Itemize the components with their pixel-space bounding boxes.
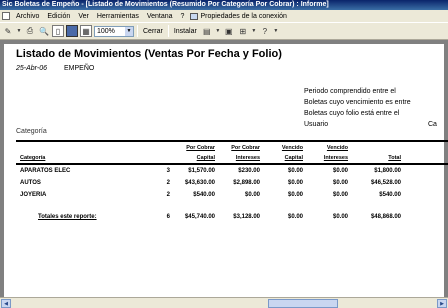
totals-count: 6 [166, 214, 170, 220]
row-count: 2 [166, 180, 170, 186]
menu-archivo[interactable]: Archivo [12, 13, 43, 20]
dropdown-arrow-icon[interactable]: ▼ [16, 25, 22, 37]
dropdown-arrow-icon[interactable]: ▼ [215, 25, 221, 37]
report-truncated-text: Ca [428, 121, 437, 128]
zoom-value: 100% [97, 27, 115, 35]
report-title: Listado de Movimientos (Ventas Por Fecha… [16, 48, 282, 60]
row-total: $1,800.00 [374, 168, 401, 174]
row-category: APARATOS ELEC [20, 168, 71, 174]
dropdown-arrow-icon[interactable]: ▼ [251, 25, 257, 37]
row-int: $230.00 [238, 168, 260, 174]
header-por-cobrar-capital-1: Por Cobrar [186, 145, 215, 151]
toolbar-separator [167, 25, 169, 37]
report-date: 25-Abr-06 [16, 65, 48, 72]
export-icon[interactable]: ▤ [201, 25, 213, 37]
two-pages-icon[interactable] [66, 25, 78, 37]
row-int: $0.00 [244, 192, 260, 198]
row-cap: $1,570.00 [188, 168, 215, 174]
menu-help[interactable]: ? [177, 13, 189, 20]
totals-cap: $45,740.00 [184, 214, 215, 220]
menu-edicion[interactable]: Edición [43, 13, 74, 20]
dropdown-arrow-icon[interactable]: ▼ [273, 25, 279, 37]
connection-properties[interactable]: Propiedades de la conexión [190, 12, 287, 20]
scroll-right-icon[interactable]: ▶ [437, 299, 447, 308]
help-icon[interactable]: ? [259, 25, 271, 37]
header-vencido-intereses-2: Intereses [323, 155, 348, 161]
row-total: $46,528.00 [370, 180, 401, 186]
row-vint: $0.00 [332, 192, 348, 198]
horizontal-scrollbar[interactable]: ◀ ▶ [0, 297, 448, 308]
totals-label: Totales este reporte: [38, 214, 97, 220]
header-por-cobrar-intereses-2: Intereses [235, 155, 260, 161]
header-category: Categoría [20, 155, 46, 161]
row-vcap: $0.00 [287, 180, 303, 186]
totals-vint: $0.00 [332, 214, 348, 220]
row-count: 2 [166, 192, 170, 198]
header-bottom-rule [16, 163, 448, 165]
row-vcap: $0.00 [287, 168, 303, 174]
install-button[interactable]: Instalar [172, 28, 199, 35]
chevron-down-icon: ▼ [125, 26, 133, 36]
row-cap: $43,630.00 [184, 180, 215, 186]
new-object-icon[interactable]: ⊞ [237, 25, 249, 37]
one-page-icon[interactable]: ▯ [52, 25, 64, 37]
connection-properties-label: Propiedades de la conexión [200, 12, 287, 20]
menu-herramientas[interactable]: Herramientas [93, 13, 143, 20]
totals-vcap: $0.00 [287, 214, 303, 220]
totals-total: $48,868.00 [370, 214, 401, 220]
database-window-icon[interactable]: ▣ [223, 25, 235, 37]
row-count: 3 [166, 168, 170, 174]
row-int: $2,898.00 [233, 180, 260, 186]
menu-ver[interactable]: Ver [74, 13, 93, 20]
close-button[interactable]: Cerrar [141, 28, 165, 35]
report-note-expiry: Boletas cuyo vencimiento es entre [304, 99, 411, 106]
print-icon[interactable]: ⎙ [24, 25, 36, 37]
scrollbar-thumb[interactable] [268, 299, 338, 308]
report-note-user: Usuario [304, 121, 329, 128]
row-cap: $540.00 [193, 192, 215, 198]
row-vcap: $0.00 [287, 192, 303, 198]
document-icon[interactable] [2, 12, 10, 20]
row-vint: $0.00 [332, 180, 348, 186]
properties-icon [190, 12, 199, 20]
header-vencido-capital-2: Capital [284, 155, 303, 161]
report-category-label: Categoría [16, 128, 47, 135]
toolbar-separator [137, 25, 138, 37]
multiple-pages-icon[interactable]: ▦ [80, 25, 92, 37]
zoom-select[interactable]: 100% ▼ [94, 25, 134, 37]
header-por-cobrar-capital-2: Capital [196, 155, 215, 161]
report-note-folio: Boletas cuyo folio está entre el [304, 110, 400, 117]
row-category: AUTOS [20, 180, 41, 186]
row-total: $540.00 [379, 192, 401, 198]
header-vencido-intereses-1: Vencido [326, 145, 348, 151]
row-vint: $0.00 [332, 168, 348, 174]
report-note-period: Periodo comprendido entre el [304, 88, 396, 95]
menu-ventana[interactable]: Ventana [143, 13, 177, 20]
window-title: Sic Boletas de Empeño - [Listado de Movi… [0, 0, 448, 10]
header-rule [16, 140, 448, 142]
toolbar: ✎ ▼ ⎙ 🔍 ▯ ▦ 100% ▼ Cerrar Instalar ▤ ▼ ▣… [0, 22, 448, 40]
scroll-left-icon[interactable]: ◀ [1, 299, 11, 308]
design-view-icon[interactable]: ✎ [2, 25, 14, 37]
totals-int: $3,128.00 [233, 214, 260, 220]
header-por-cobrar-intereses-1: Por Cobrar [231, 145, 260, 151]
header-vencido-capital-1: Vencido [281, 145, 303, 151]
header-total: Total [388, 155, 401, 161]
zoom-icon[interactable]: 🔍 [38, 25, 50, 37]
menu-bar: Archivo Edición Ver Herramientas Ventana… [0, 10, 448, 22]
row-category: JOYERIA [20, 192, 47, 198]
report-subtitle: EMPEÑO [64, 65, 95, 72]
